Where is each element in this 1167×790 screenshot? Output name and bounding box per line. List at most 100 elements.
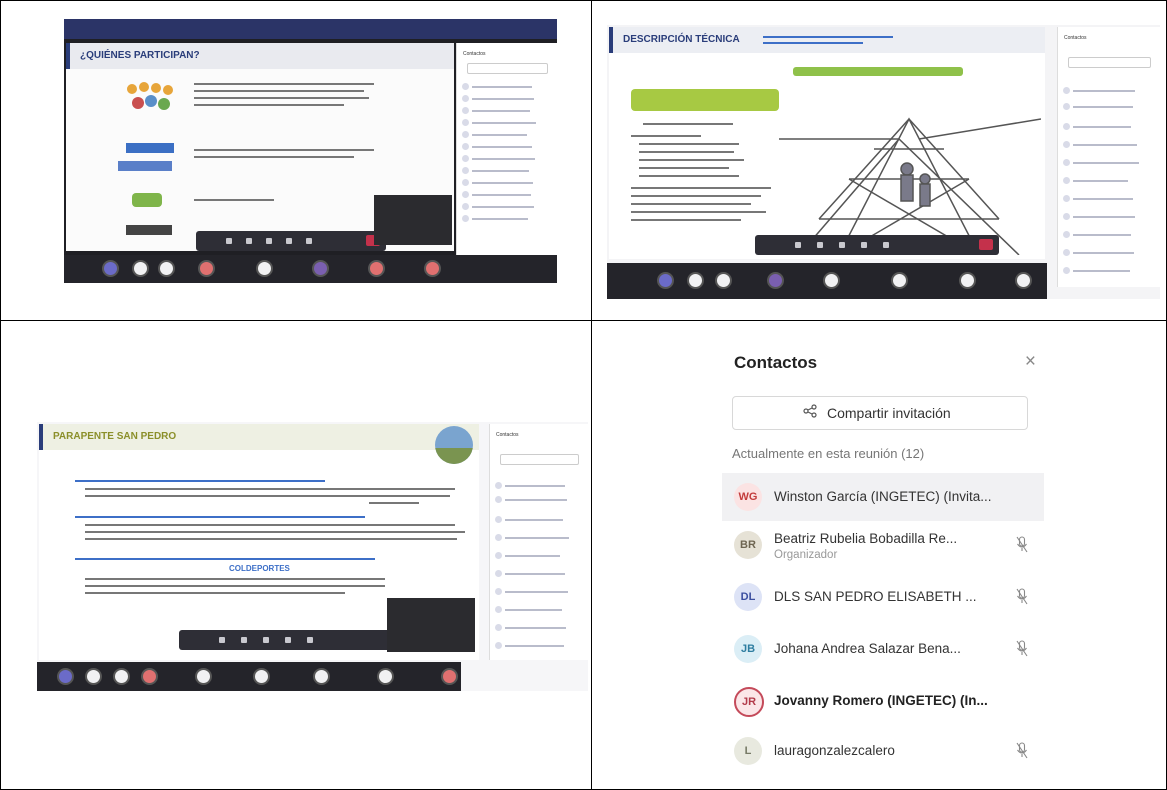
share-invite-button[interactable] — [467, 63, 548, 74]
self-view-video — [387, 598, 475, 652]
contact-row[interactable]: WG Winston García (INGETEC) (Invita... — [722, 473, 1044, 521]
contacts-panel: Contactos — [489, 424, 588, 660]
participants-illustration — [124, 79, 176, 119]
participant-tile[interactable] — [85, 668, 102, 685]
contacts-title: Contactos — [734, 353, 818, 372]
slide-title: PARAPENTE SAN PEDRO — [53, 431, 177, 442]
share-invitation-button[interactable]: Compartir invitación — [732, 396, 1028, 430]
mic-off-icon[interactable] — [1016, 588, 1028, 605]
contacts-panel-zoomed: Contactos × Compartir invitación Actualm… — [716, 333, 1046, 783]
avatar: JR — [734, 687, 764, 717]
slide-header: DESCRIPCIÓN TÉCNICA — [609, 27, 1045, 53]
participant-tile[interactable] — [959, 272, 976, 289]
participant-tile[interactable] — [57, 668, 74, 685]
share-invite-button[interactable] — [1068, 57, 1151, 68]
mic-icon[interactable] — [241, 637, 247, 643]
share-icon[interactable] — [266, 238, 272, 244]
meeting-controls — [755, 235, 999, 255]
contact-name: Jovanny Romero (INGETEC) (In... — [774, 693, 988, 708]
contact-role: Organizador — [774, 549, 838, 561]
tower-photo — [779, 79, 1042, 256]
participant-tile[interactable] — [195, 668, 212, 685]
share-icon[interactable] — [263, 637, 269, 643]
camera-icon[interactable] — [219, 637, 225, 643]
self-view-video — [374, 195, 452, 245]
participant-tile[interactable] — [687, 272, 704, 289]
participant-tile[interactable] — [113, 668, 130, 685]
close-icon[interactable]: × — [1025, 351, 1036, 373]
section-box — [631, 89, 779, 111]
contact-row[interactable]: JR Jovanny Romero (INGETEC) (In... — [722, 677, 1044, 725]
participant-tile[interactable] — [313, 668, 330, 685]
participant-tile[interactable] — [312, 260, 329, 277]
contact-row[interactable]: JB Johana Andrea Salazar Bena... — [722, 625, 1044, 673]
grid-divider-horizontal — [0, 320, 1167, 321]
chat-icon[interactable] — [883, 242, 889, 248]
meeting-screenshot-descripcion-tecnica: DESCRIPCIÓN TÉCNICA Contactos — [607, 25, 1160, 299]
contact-row[interactable]: DL DLS SAN PEDRO ELISABETH ... — [722, 573, 1044, 621]
avatar: DL — [734, 583, 762, 611]
participant-tile[interactable] — [141, 668, 158, 685]
chat-icon[interactable] — [306, 238, 312, 244]
participant-tile[interactable] — [198, 260, 215, 277]
logo-gobernacion — [126, 143, 174, 153]
presentation-slide: DESCRIPCIÓN TÉCNICA — [609, 27, 1045, 259]
mic-off-icon[interactable] — [1016, 640, 1028, 657]
participant-tile[interactable] — [441, 668, 458, 685]
participant-tile[interactable] — [253, 668, 270, 685]
more-icon[interactable] — [285, 637, 291, 643]
mic-off-icon[interactable] — [1016, 536, 1028, 553]
leave-button[interactable] — [979, 239, 993, 250]
participant-strip — [64, 255, 557, 283]
contact-name: DLS SAN PEDRO ELISABETH ... — [774, 589, 977, 604]
camera-icon[interactable] — [795, 242, 801, 248]
participant-tile[interactable] — [377, 668, 394, 685]
slide-title: ¿QUIÉNES PARTICIPAN? — [80, 50, 200, 61]
chat-icon[interactable] — [307, 637, 313, 643]
contact-row[interactable]: BR Beatriz Rubelia Bobadilla Re... Organ… — [722, 521, 1044, 569]
panel-title: Contactos — [496, 432, 519, 438]
panel-title: Contactos — [463, 51, 486, 57]
logo-municipio — [118, 161, 172, 171]
share-icon — [803, 404, 817, 421]
slide-header: ¿QUIÉNES PARTICIPAN? — [66, 43, 454, 69]
share-invite-button[interactable] — [500, 454, 579, 465]
slide-bullet-coldeportes: COLDEPORTES — [229, 564, 290, 573]
meeting-screenshot-parapente-san-pedro: PARAPENTE SAN PEDRO COLDEPORTES Contacto… — [37, 422, 588, 691]
participant-tile[interactable] — [424, 260, 441, 277]
participant-tile[interactable] — [132, 260, 149, 277]
participant-tile[interactable] — [158, 260, 175, 277]
participant-tile[interactable] — [823, 272, 840, 289]
mic-off-icon[interactable] — [1016, 742, 1028, 759]
contact-name: Johana Andrea Salazar Bena... — [774, 641, 961, 656]
participant-strip — [37, 662, 461, 691]
participant-tile[interactable] — [256, 260, 273, 277]
participant-tile[interactable] — [102, 260, 119, 277]
share-invitation-label: Compartir invitación — [827, 405, 951, 421]
panel-title: Contactos — [1064, 35, 1087, 41]
paragliding-photo — [435, 426, 473, 464]
camera-icon[interactable] — [226, 238, 232, 244]
green-banner — [793, 67, 963, 76]
contact-name: lauragonzalezcalero — [774, 743, 895, 758]
participant-tile[interactable] — [1015, 272, 1032, 289]
participant-tile[interactable] — [891, 272, 908, 289]
participant-tile[interactable] — [715, 272, 732, 289]
avatar: BR — [734, 531, 762, 559]
meeting-controls — [196, 231, 386, 251]
participant-tile[interactable] — [368, 260, 385, 277]
in-meeting-section-label: Actualmente en esta reunión (12) — [732, 446, 925, 461]
mic-icon[interactable] — [817, 242, 823, 248]
participant-tile[interactable] — [767, 272, 784, 289]
contact-row[interactable]: L lauragonzalezcalero — [722, 727, 1044, 775]
more-icon[interactable] — [861, 242, 867, 248]
avatar: WG — [734, 483, 762, 511]
share-icon[interactable] — [839, 242, 845, 248]
avatar: L — [734, 737, 762, 765]
mic-icon[interactable] — [246, 238, 252, 244]
slide-title: DESCRIPCIÓN TÉCNICA — [623, 34, 740, 45]
more-icon[interactable] — [286, 238, 292, 244]
contact-name: Beatriz Rubelia Bobadilla Re... — [774, 531, 958, 546]
grid-divider-vertical — [591, 0, 592, 790]
participant-tile[interactable] — [657, 272, 674, 289]
